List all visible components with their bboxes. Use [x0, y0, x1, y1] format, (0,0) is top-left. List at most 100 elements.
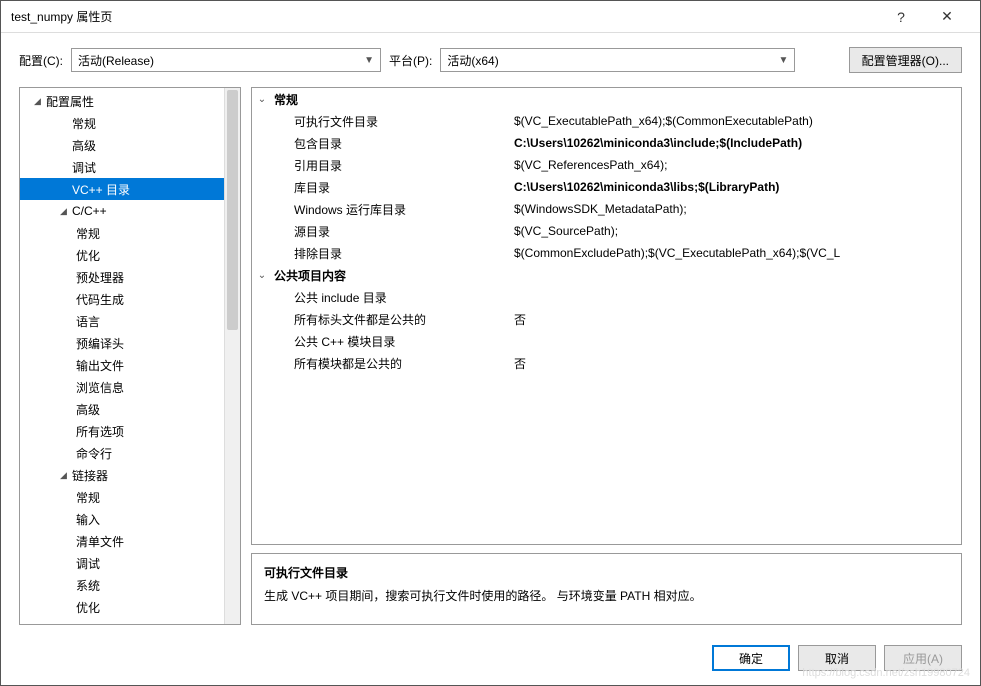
tree-item-label: 所有选项 [76, 423, 124, 440]
property-value[interactable]: $(VC_SourcePath); [512, 224, 961, 238]
tree-item[interactable]: 优化 [20, 596, 224, 618]
tree-item[interactable]: 常规 [20, 222, 224, 244]
property-name: 所有模块都是公共的 [272, 355, 512, 372]
tree-item[interactable]: 代码生成 [20, 288, 224, 310]
tree-item[interactable]: 浏览信息 [20, 376, 224, 398]
property-name: 常规 [272, 91, 512, 108]
apply-button[interactable]: 应用(A) [884, 645, 962, 671]
tree-item[interactable]: ◢C/C++ [20, 200, 224, 222]
property-pages-window: test_numpy 属性页 ? ✕ 配置(C): 活动(Release) ▼ … [0, 0, 981, 686]
tree-item[interactable]: 预编译头 [20, 332, 224, 354]
grid-row[interactable]: 库目录C:\Users\10262\miniconda3\libs;$(Libr… [252, 176, 961, 198]
tree-item-label: 浏览信息 [76, 379, 124, 396]
platform-combo[interactable]: 活动(x64) ▼ [440, 48, 795, 72]
property-value[interactable]: 否 [512, 311, 961, 328]
config-manager-button[interactable]: 配置管理器(O)... [849, 47, 962, 73]
property-value[interactable]: C:\Users\10262\miniconda3\include;$(Incl… [512, 136, 961, 150]
property-name: 包含目录 [272, 135, 512, 152]
tree-item-label: 清单文件 [76, 533, 124, 550]
tree-item-label: 命令行 [76, 445, 112, 462]
tree-item[interactable]: 清单文件 [20, 530, 224, 552]
tree-item-label: 输出文件 [76, 357, 124, 374]
tree-item-label: 高级 [76, 401, 100, 418]
close-button[interactable]: ✕ [924, 2, 970, 32]
tree-item-label: 链接器 [72, 467, 108, 484]
cancel-button[interactable]: 取消 [798, 645, 876, 671]
tree-panel: ◢配置属性常规高级调试VC++ 目录◢C/C++常规优化预处理器代码生成语言预编… [19, 87, 241, 625]
ok-button[interactable]: 确定 [712, 645, 790, 671]
config-value: 活动(Release) [78, 52, 154, 69]
tree-item[interactable]: 预处理器 [20, 266, 224, 288]
tree-item-label: 优化 [76, 247, 100, 264]
grid-row[interactable]: 排除目录$(CommonExcludePath);$(VC_Executable… [252, 242, 961, 264]
tree-item[interactable]: 常规 [20, 486, 224, 508]
tree-item[interactable]: 所有选项 [20, 420, 224, 442]
property-value[interactable]: $(VC_ReferencesPath_x64); [512, 158, 961, 172]
property-value[interactable]: C:\Users\10262\miniconda3\libs;$(Library… [512, 180, 961, 194]
config-combo[interactable]: 活动(Release) ▼ [71, 48, 381, 72]
expand-icon[interactable]: ◢ [60, 206, 72, 217]
grid-row[interactable]: 源目录$(VC_SourcePath); [252, 220, 961, 242]
property-value[interactable]: 否 [512, 355, 961, 372]
grid-row[interactable]: Windows 运行库目录$(WindowsSDK_MetadataPath); [252, 198, 961, 220]
grid-section[interactable]: ⌄常规 [252, 88, 961, 110]
tree-item-label: 配置属性 [46, 93, 94, 110]
tree-item[interactable]: 命令行 [20, 442, 224, 464]
property-value[interactable]: $(VC_ExecutablePath_x64);$(CommonExecuta… [512, 114, 961, 128]
chevron-down-icon: ▼ [778, 55, 788, 66]
help-panel: 可执行文件目录 生成 VC++ 项目期间，搜索可执行文件时使用的路径。 与环境变… [251, 553, 962, 625]
help-text: 生成 VC++ 项目期间，搜索可执行文件时使用的路径。 与环境变量 PATH 相… [264, 587, 949, 604]
collapse-icon[interactable]: ⌄ [252, 94, 272, 105]
help-button[interactable]: ? [878, 2, 924, 32]
platform-label: 平台(P): [389, 52, 432, 69]
platform-value: 活动(x64) [447, 52, 498, 69]
tree-item-label: 常规 [76, 489, 100, 506]
body: ◢配置属性常规高级调试VC++ 目录◢C/C++常规优化预处理器代码生成语言预编… [1, 87, 980, 635]
tree-item[interactable]: 输入 [20, 508, 224, 530]
tree-item[interactable]: ◢链接器 [20, 464, 224, 486]
tree-scrollbar[interactable] [224, 88, 240, 624]
tree-item[interactable]: 高级 [20, 134, 224, 156]
grid-row[interactable]: 可执行文件目录$(VC_ExecutablePath_x64);$(Common… [252, 110, 961, 132]
property-name: 引用目录 [272, 157, 512, 174]
tree-item[interactable]: 系统 [20, 574, 224, 596]
scrollbar-thumb[interactable] [227, 90, 238, 330]
tree-item-label: 常规 [72, 115, 96, 132]
property-value[interactable]: $(CommonExcludePath);$(VC_ExecutablePath… [512, 246, 961, 260]
property-name: 公共项目内容 [272, 267, 512, 284]
property-name: 可执行文件目录 [272, 113, 512, 130]
chevron-down-icon: ▼ [364, 55, 374, 66]
tree-item-label: VC++ 目录 [72, 181, 130, 198]
expand-icon[interactable]: ◢ [34, 96, 46, 107]
property-grid: ⌄常规可执行文件目录$(VC_ExecutablePath_x64);$(Com… [252, 88, 961, 544]
tree-item-label: 常规 [76, 225, 100, 242]
tree-item[interactable]: 优化 [20, 244, 224, 266]
grid-row[interactable]: 所有标头文件都是公共的否 [252, 308, 961, 330]
expand-icon[interactable]: ◢ [60, 470, 72, 481]
collapse-icon[interactable]: ⌄ [252, 270, 272, 281]
property-value[interactable]: $(WindowsSDK_MetadataPath); [512, 202, 961, 216]
tree-item[interactable]: 调试 [20, 552, 224, 574]
grid-row[interactable]: 公共 C++ 模块目录 [252, 330, 961, 352]
grid-row[interactable]: 引用目录$(VC_ReferencesPath_x64); [252, 154, 961, 176]
tree-item[interactable]: VC++ 目录 [20, 178, 224, 200]
tree-item[interactable]: 高级 [20, 398, 224, 420]
property-name: 库目录 [272, 179, 512, 196]
grid-row[interactable]: 公共 include 目录 [252, 286, 961, 308]
grid-section[interactable]: ⌄公共项目内容 [252, 264, 961, 286]
titlebar: test_numpy 属性页 ? ✕ [1, 1, 980, 33]
tree-item[interactable]: ◢配置属性 [20, 90, 224, 112]
tree-item-label: 预处理器 [76, 269, 124, 286]
property-name: 所有标头文件都是公共的 [272, 311, 512, 328]
tree-item[interactable]: 语言 [20, 310, 224, 332]
tree-item-label: 调试 [76, 555, 100, 572]
tree-item[interactable]: 输出文件 [20, 354, 224, 376]
property-name: 公共 include 目录 [272, 289, 512, 306]
grid-row[interactable]: 所有模块都是公共的否 [252, 352, 961, 374]
tree-item-label: 调试 [72, 159, 96, 176]
tree-item[interactable]: 调试 [20, 156, 224, 178]
tree-item[interactable]: 常规 [20, 112, 224, 134]
grid-row[interactable]: 包含目录C:\Users\10262\miniconda3\include;$(… [252, 132, 961, 154]
tree-item-label: 输入 [76, 511, 100, 528]
footer: 确定 取消 应用(A) https://blog.csdn.net/zsh199… [1, 635, 980, 685]
